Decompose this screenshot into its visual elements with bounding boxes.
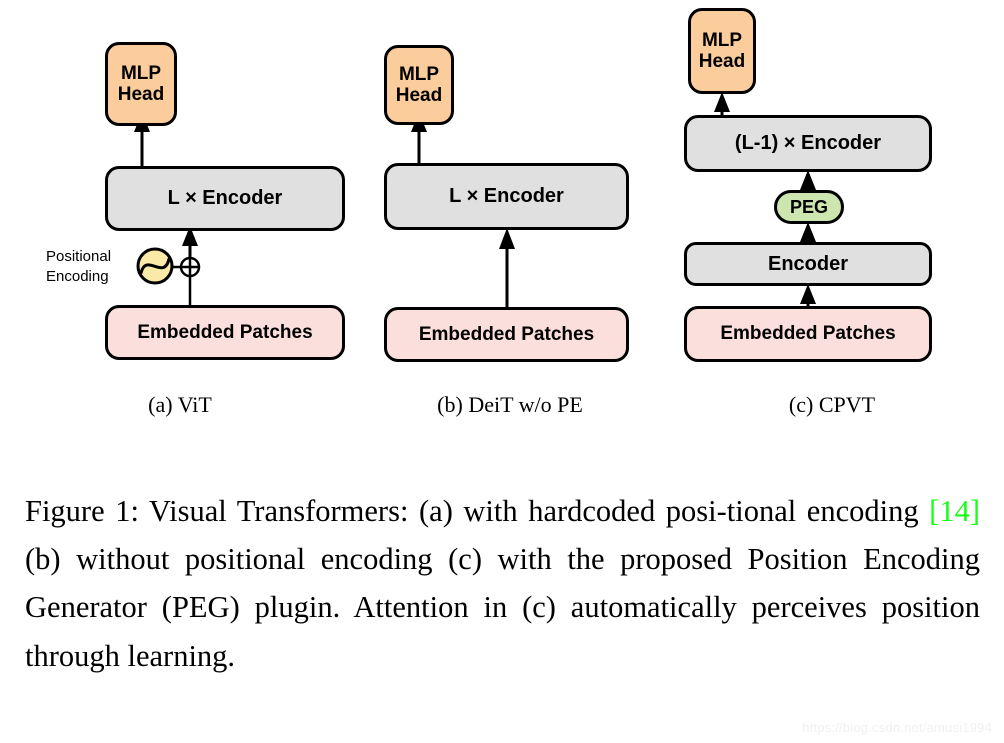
node-encoder-top-c[interactable]: (L-1) × Encoder	[684, 115, 932, 172]
panel-vit: MLP Head L × Encoder Embedded Patches Po…	[0, 0, 360, 425]
caption-text-part2: (b) without positional encoding (c) with…	[25, 542, 980, 673]
panel-cpvt: MLP Head (L-1) × Encoder PEG Encoder Emb…	[660, 0, 1004, 425]
node-encoder-b[interactable]: L × Encoder	[384, 163, 629, 230]
node-embedded-patches-a[interactable]: Embedded Patches	[105, 305, 345, 360]
node-embedded-patches-c[interactable]: Embedded Patches	[684, 306, 932, 362]
sub-caption-a: (a) ViT	[148, 392, 212, 417]
caption-text-part1: Figure 1: Visual Transformers: (a) with …	[25, 494, 930, 528]
node-mlp-head-c[interactable]: MLP Head	[688, 8, 756, 94]
sub-caption-b: (b) DeiT w/o PE	[437, 392, 583, 417]
node-peg[interactable]: PEG	[774, 190, 844, 224]
figure-1: MLP Head L × Encoder Embedded Patches Po…	[0, 0, 1004, 743]
sub-caption-c: (c) CPVT	[788, 392, 876, 417]
positional-encoding-label: Positional Encoding	[46, 248, 112, 286]
diagram-canvas: MLP Head L × Encoder Embedded Patches Po…	[0, 0, 1004, 425]
node-mlp-head-a[interactable]: MLP Head	[105, 42, 177, 126]
node-embedded-patches-b[interactable]: Embedded Patches	[384, 307, 629, 362]
panel-deit-wo-pe: MLP Head L × Encoder Embedded Patches (b…	[360, 0, 660, 425]
node-encoder-bottom-c[interactable]: Encoder	[684, 242, 932, 286]
caption-citation-link[interactable]: [14]	[929, 494, 980, 528]
figure-caption: Figure 1: Visual Transformers: (a) with …	[25, 487, 980, 680]
watermark: https://blog.csdn.net/amusi1994	[802, 720, 992, 735]
sine-wave-icon	[136, 247, 174, 285]
node-mlp-head-b[interactable]: MLP Head	[384, 45, 454, 125]
node-encoder-a[interactable]: L × Encoder	[105, 166, 345, 231]
